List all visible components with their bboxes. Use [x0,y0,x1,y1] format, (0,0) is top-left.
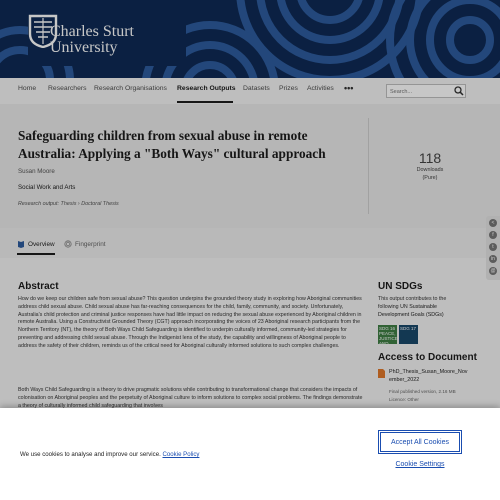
cookie-settings-button[interactable]: Cookie Settings [388,461,452,475]
cookie-message: We use cookies to analyse and improve ou… [20,451,161,458]
page: Charles Sturt University Home Researcher… [0,0,500,500]
cookie-text: We use cookies to analyse and improve ou… [20,451,199,458]
modal-overlay [0,0,500,408]
accept-all-cookies-button[interactable]: Accept All Cookies [378,430,462,454]
cookie-policy-link[interactable]: Cookie Policy [163,451,200,458]
